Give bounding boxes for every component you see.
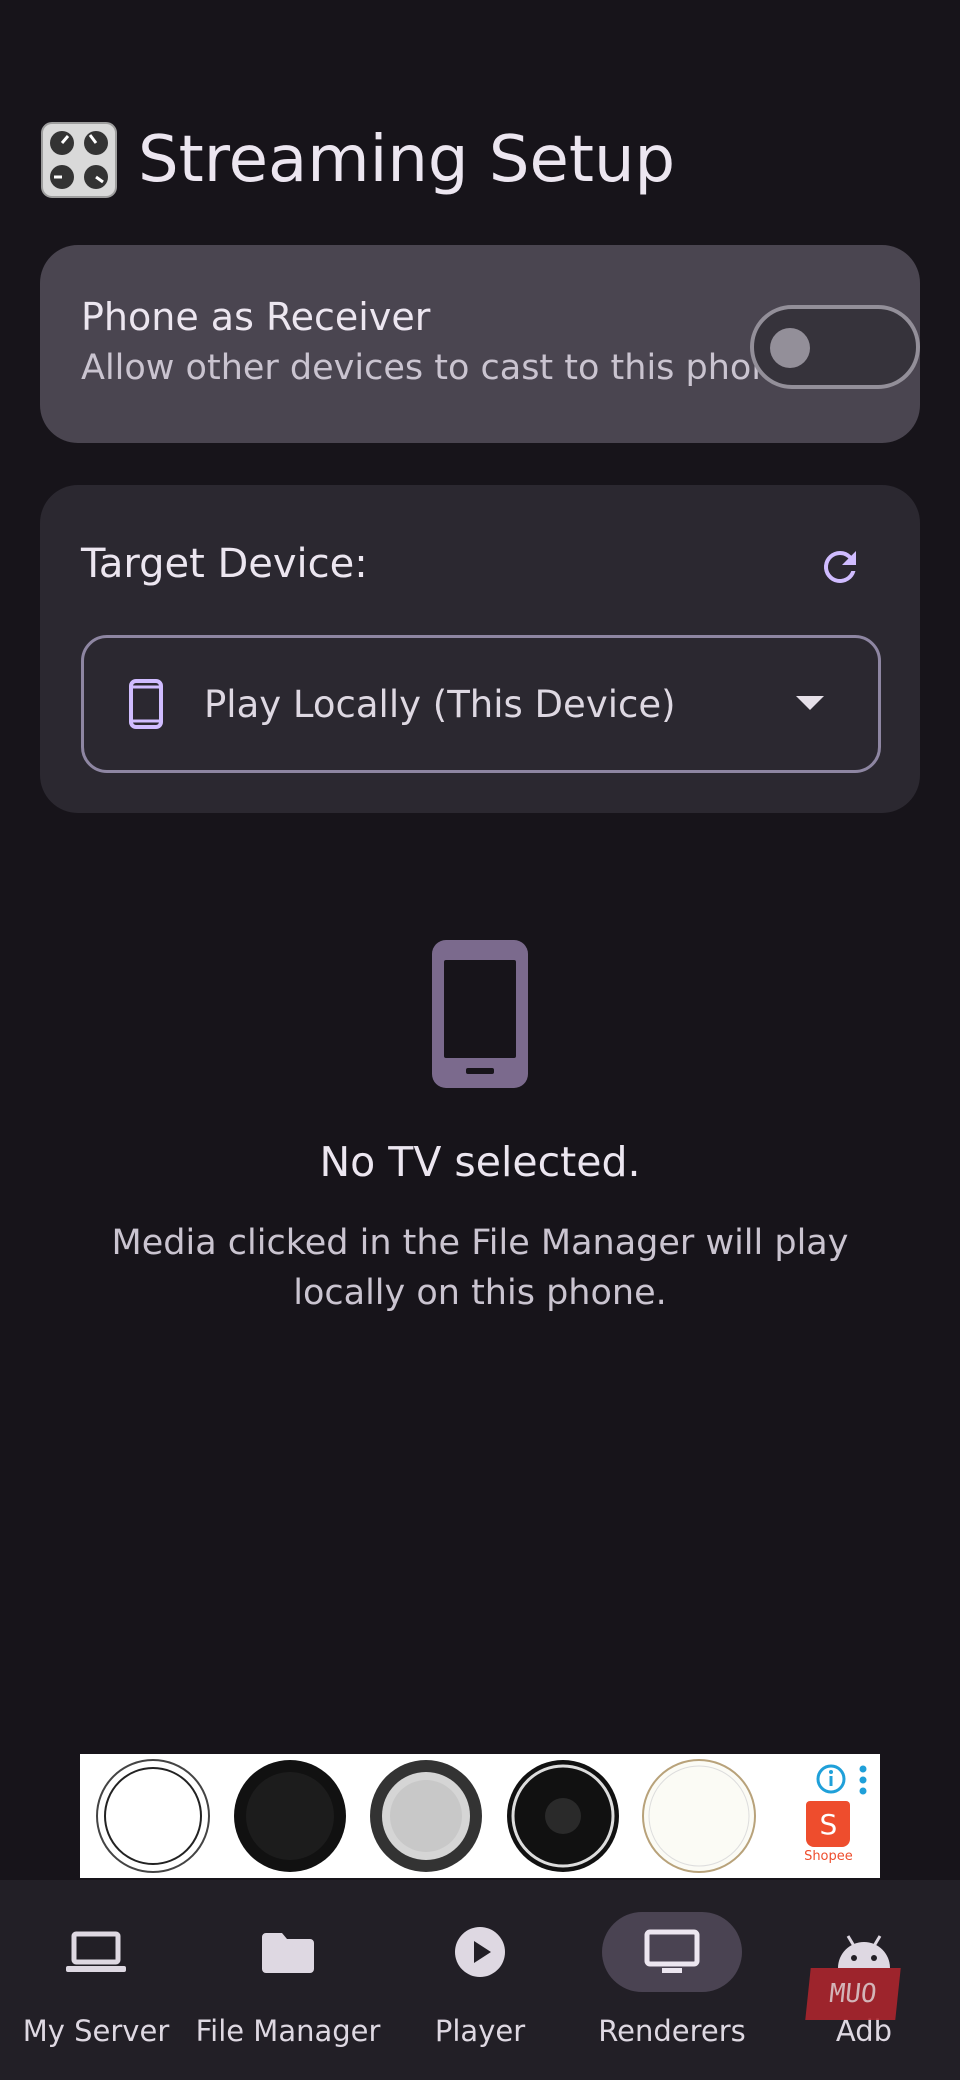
tv-icon [644, 1929, 700, 1973]
nav-pill [410, 1912, 550, 1992]
refresh-button[interactable] [810, 537, 870, 597]
control-knobs-icon [41, 122, 117, 198]
nav-item-player[interactable]: Player [384, 1880, 576, 2080]
dropdown-arrow-icon [796, 696, 824, 710]
watermark-logo: MUO [805, 1968, 901, 2020]
target-device-dropdown[interactable]: Play Locally (This Device) [81, 635, 881, 773]
nav-item-my-server[interactable]: My Server [0, 1880, 192, 2080]
nav-label: Player [434, 2014, 526, 2048]
empty-state-title: No TV selected. [319, 1138, 641, 1186]
receiver-toggle[interactable] [750, 305, 920, 389]
play-icon [455, 1927, 505, 1977]
phone-illustration-icon [432, 940, 528, 1088]
android-icon [838, 1935, 890, 1968]
receiver-card: Phone as Receiver Allow other devices to… [40, 245, 920, 443]
nav-item-file-manager[interactable]: File Manager [192, 1880, 384, 2080]
smartphone-icon [129, 679, 163, 729]
toggle-knob [770, 328, 810, 368]
nav-label: File Manager [195, 2014, 381, 2048]
selected-device: Play Locally (This Device) [204, 682, 676, 726]
info-icon[interactable] [815, 1763, 847, 1795]
ad-product-image [224, 1757, 354, 1875]
page-header: Streaming Setup [40, 118, 675, 202]
ad-product-image [361, 1757, 491, 1875]
folder-icon [262, 1933, 314, 1973]
ad-product-image [497, 1757, 627, 1875]
nav-label: Renderers [598, 2014, 746, 2048]
nav-label: My Server [22, 2014, 170, 2048]
empty-state-description: Media clicked in the File Manager will p… [111, 1223, 849, 1313]
ad-product-image [634, 1757, 764, 1875]
ad-side-panel: S Shopee [770, 1757, 880, 1875]
nav-pill [602, 1912, 742, 1992]
target-device-card: Target Device: Play Locally (This Device… [40, 485, 920, 813]
laptop-icon [66, 1931, 126, 1972]
shopee-label: Shopee [804, 1849, 853, 1864]
target-device-label: Target Device: [81, 541, 368, 587]
page-title: Streaming Setup [138, 123, 676, 197]
refresh-icon [823, 550, 856, 583]
ad-banner[interactable]: S Shopee [80, 1754, 880, 1878]
ad-product-image [88, 1757, 218, 1875]
nav-pill [218, 1912, 358, 1992]
more-options-icon[interactable] [858, 1765, 868, 1795]
shopee-logo: S [806, 1801, 851, 1847]
nav-pill [26, 1912, 166, 1992]
nav-item-renderers[interactable]: Renderers [576, 1880, 768, 2080]
empty-state: No TV selected. Media clicked in the Fil… [0, 940, 960, 1318]
